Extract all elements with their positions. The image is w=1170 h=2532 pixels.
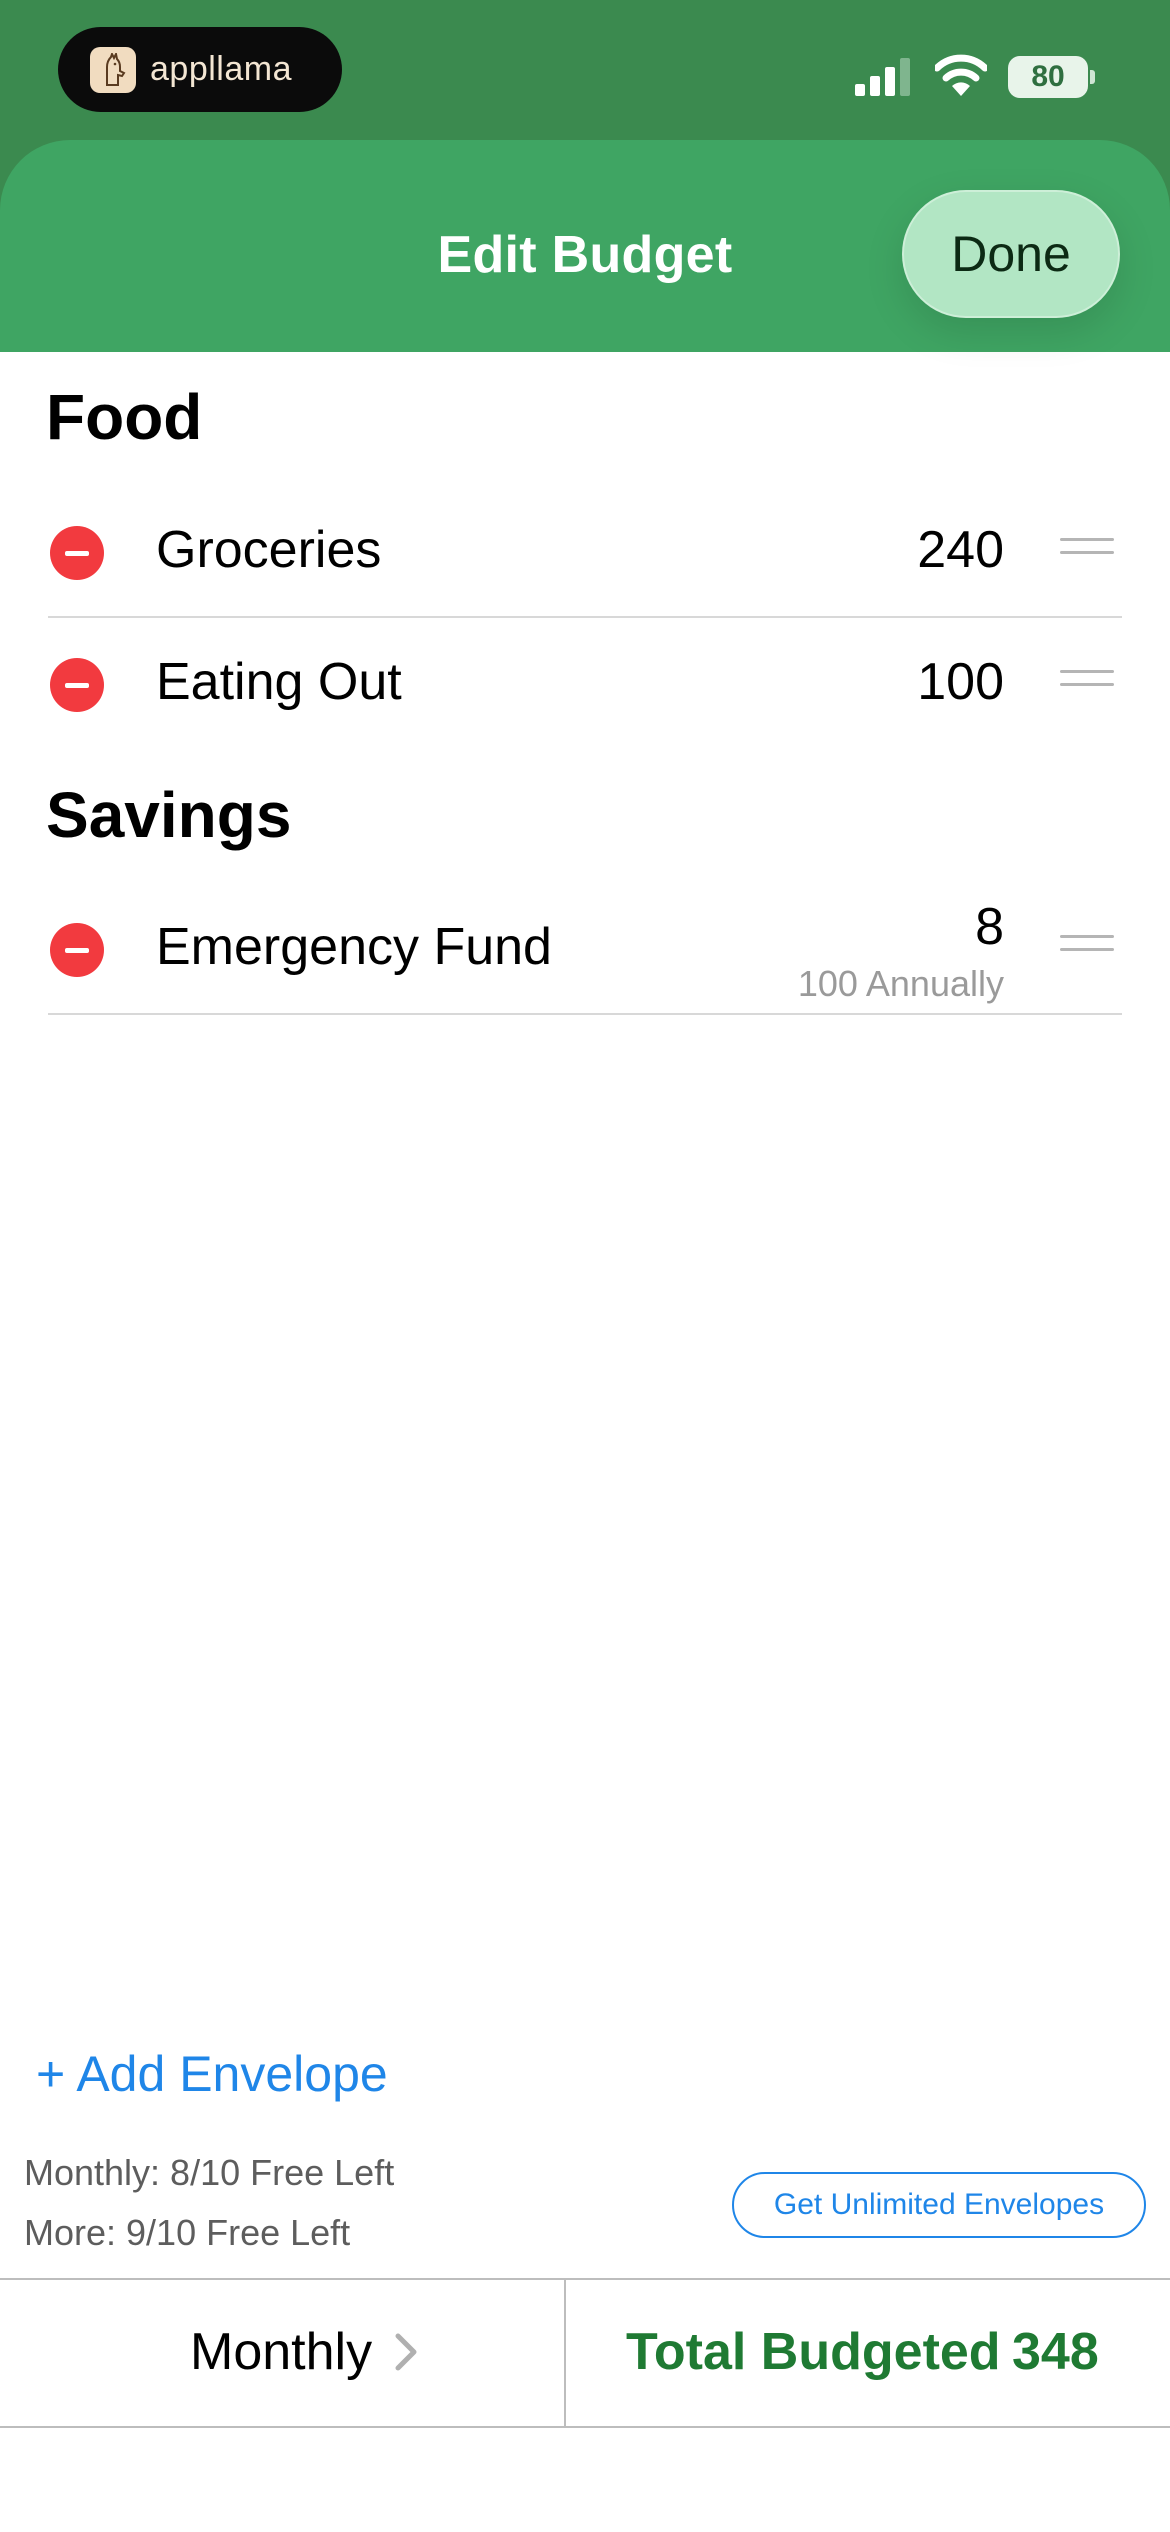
add-envelope-button[interactable]: + Add Envelope (36, 2045, 388, 2103)
cellular-signal-icon (855, 58, 910, 96)
envelope-name[interactable]: Groceries (156, 520, 381, 580)
period-selector[interactable]: Monthly (190, 2322, 418, 2382)
delete-icon[interactable] (50, 526, 104, 580)
delete-icon[interactable] (50, 658, 104, 712)
status-bar: appllama 80 (0, 0, 1170, 140)
appllama-logo-icon (90, 46, 136, 93)
wifi-icon (935, 54, 987, 96)
drag-handle-icon[interactable] (1060, 670, 1114, 700)
monthly-free-left: Monthly: 8/10 Free Left (24, 2152, 395, 2193)
drag-handle-icon[interactable] (1060, 935, 1114, 965)
envelope-row[interactable]: Emergency Fund 8 100 Annually (48, 885, 1122, 1015)
drag-handle-icon[interactable] (1060, 538, 1114, 568)
get-unlimited-envelopes-button[interactable]: Get Unlimited Envelopes (732, 2172, 1146, 2238)
section-title-savings: Savings (46, 779, 292, 851)
envelope-row[interactable]: Eating Out 100 (48, 620, 1122, 750)
period-label[interactable]: Monthly (190, 2322, 372, 2382)
dynamic-island: appllama (58, 27, 342, 112)
battery-icon: 80 (1008, 56, 1095, 98)
envelope-annual-amount: 100 Annually (797, 963, 1004, 1004)
app-name-label: appllama (150, 50, 292, 88)
done-button[interactable]: Done (902, 190, 1120, 318)
section-title-food: Food (46, 381, 203, 453)
delete-icon[interactable] (50, 923, 104, 977)
envelope-row[interactable]: Groceries 240 (48, 488, 1122, 618)
total-budgeted-label: Total Budgeted (626, 2323, 1001, 2381)
chevron-right-icon (395, 2333, 417, 2371)
more-free-left: More: 9/10 Free Left (24, 2212, 351, 2253)
envelope-amount[interactable]: 8 (975, 897, 1004, 957)
divider (564, 2280, 566, 2426)
envelope-amount[interactable]: 240 (917, 520, 1004, 580)
total-budgeted-value: 348 (1012, 2323, 1099, 2381)
bottom-summary-bar: Monthly Total Budgeted 348 (0, 2278, 1170, 2428)
envelope-name[interactable]: Emergency Fund (156, 917, 552, 977)
envelope-name[interactable]: Eating Out (156, 652, 402, 712)
envelope-amount[interactable]: 100 (917, 652, 1004, 712)
battery-level: 80 (1031, 60, 1065, 93)
